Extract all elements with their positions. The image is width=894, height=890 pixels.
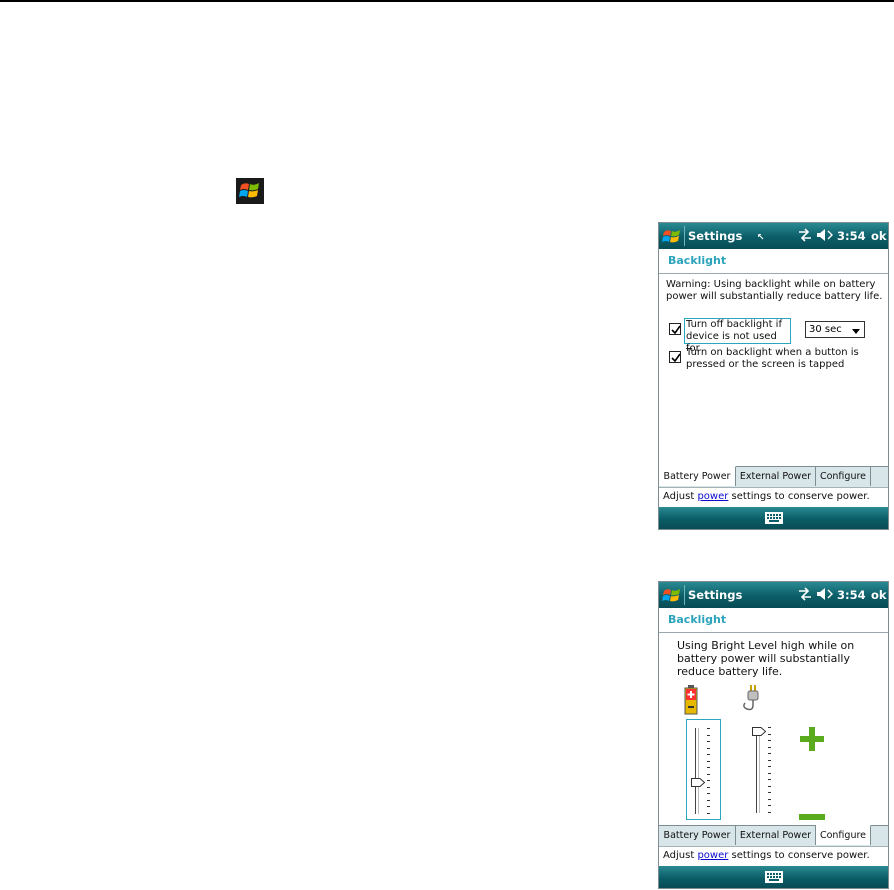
slider-tick	[768, 727, 771, 728]
slider-tick	[768, 779, 771, 780]
slider-tick	[707, 761, 710, 762]
slider-tick	[768, 799, 771, 800]
slider-tick	[707, 813, 710, 814]
connectivity-icon[interactable]	[797, 227, 813, 243]
timeout-value: 30 sec	[809, 324, 842, 335]
power-link[interactable]: power	[697, 850, 728, 861]
turn-on-backlight-label[interactable]: Turn on backlight when a button is press…	[686, 347, 859, 371]
battery-icon	[684, 685, 698, 715]
volume-icon[interactable]	[816, 227, 834, 243]
slider-track	[695, 728, 699, 814]
slider-tick	[707, 806, 710, 807]
turn-off-backlight-checkbox[interactable]	[669, 323, 681, 335]
slider-tick	[768, 740, 771, 741]
heading-divider	[659, 273, 888, 274]
slider-tick	[707, 748, 710, 749]
keyboard-icon[interactable]	[765, 512, 783, 524]
tab-strip: Battery Power External Power Configure	[659, 825, 888, 846]
power-plug-icon	[743, 685, 759, 711]
title-separator	[684, 226, 685, 246]
warning-text: Warning: Using backlight while on batter…	[666, 279, 883, 302]
tab-external-power[interactable]: External Power	[736, 825, 816, 845]
checkmark-icon	[671, 353, 681, 363]
section-heading: Backlight	[668, 254, 727, 267]
slider-tick	[707, 741, 710, 742]
backlight-configure-screen: Settings 3:54 ok Backlight Using Bright …	[658, 581, 889, 889]
ok-button[interactable]: ok	[871, 588, 887, 602]
turn-on-backlight-checkbox[interactable]	[669, 351, 681, 363]
tab-configure[interactable]: Configure	[816, 825, 871, 845]
softkey-bar	[659, 866, 888, 888]
app-title: Settings	[688, 229, 743, 243]
tab-battery-power[interactable]: Battery Power	[659, 825, 736, 845]
softkey-bar	[659, 507, 888, 529]
slider-tick	[768, 734, 771, 735]
slider-tick	[707, 780, 710, 781]
battery-brightness-slider[interactable]	[686, 719, 721, 820]
clock[interactable]: 3:54	[837, 588, 866, 602]
status-text: Adjust power settings to conserve power.	[663, 850, 870, 861]
slider-thumb[interactable]	[752, 727, 766, 736]
start-menu-icon[interactable]	[662, 227, 682, 245]
slider-tick	[768, 812, 771, 813]
slider-track	[756, 727, 760, 813]
heading-divider	[659, 632, 888, 633]
title-bar: Settings 3:54 ok	[659, 582, 888, 608]
slider-tick	[768, 753, 771, 754]
slider-tick	[707, 793, 710, 794]
slider-tick	[768, 747, 771, 748]
slider-tick	[768, 766, 771, 767]
slider-tick	[707, 787, 710, 788]
external-brightness-slider[interactable]	[748, 719, 783, 820]
title-separator	[684, 585, 685, 605]
slider-tick	[768, 792, 771, 793]
slider-tick	[768, 773, 771, 774]
cursor-icon: ↖	[757, 233, 765, 243]
ok-button[interactable]: ok	[871, 229, 887, 243]
slider-ticks	[768, 727, 771, 813]
tab-external-power[interactable]: External Power	[736, 466, 816, 486]
slider-tick	[768, 786, 771, 787]
slider-thumb[interactable]	[691, 778, 705, 787]
slider-tick	[707, 767, 710, 768]
timeout-dropdown[interactable]: 30 sec	[805, 321, 865, 338]
slider-tick	[768, 760, 771, 761]
slider-tick	[707, 754, 710, 755]
keyboard-icon[interactable]	[765, 871, 783, 883]
info-text: Using Bright Level high while on battery…	[677, 639, 855, 678]
clock[interactable]: 3:54	[837, 229, 866, 243]
section-heading: Backlight	[668, 613, 727, 626]
status-text: Adjust power settings to conserve power.	[663, 491, 870, 502]
slider-tick	[707, 774, 710, 775]
slider-ticks	[707, 728, 710, 814]
status-bar: Adjust power settings to conserve power.	[659, 846, 888, 866]
tab-configure[interactable]: Configure	[816, 466, 871, 486]
windows-start-icon	[236, 178, 264, 204]
chevron-down-icon	[852, 329, 860, 334]
volume-icon[interactable]	[816, 586, 834, 602]
connectivity-icon[interactable]	[797, 586, 813, 602]
slider-tick	[707, 735, 710, 736]
power-link[interactable]: power	[697, 491, 728, 502]
slider-tick	[707, 800, 710, 801]
title-bar: Settings ↖ 3:54 ok	[659, 223, 888, 249]
tab-strip: Battery Power External Power Configure	[659, 466, 888, 487]
tab-battery-power[interactable]: Battery Power	[659, 466, 736, 486]
slider-tick	[707, 728, 710, 729]
turn-off-backlight-label[interactable]: Turn off backlight if device is not used…	[684, 318, 791, 354]
start-menu-icon[interactable]	[662, 586, 682, 604]
app-title: Settings	[688, 588, 743, 602]
checkmark-icon	[671, 325, 681, 335]
status-bar: Adjust power settings to conserve power.	[659, 487, 888, 507]
brightness-decrease-icon	[799, 814, 825, 820]
top-rule	[0, 0, 894, 2]
brightness-increase-icon	[800, 727, 824, 751]
slider-tick	[768, 805, 771, 806]
backlight-battery-screen: Settings ↖ 3:54 ok Backlight Warning: Us…	[658, 222, 889, 530]
